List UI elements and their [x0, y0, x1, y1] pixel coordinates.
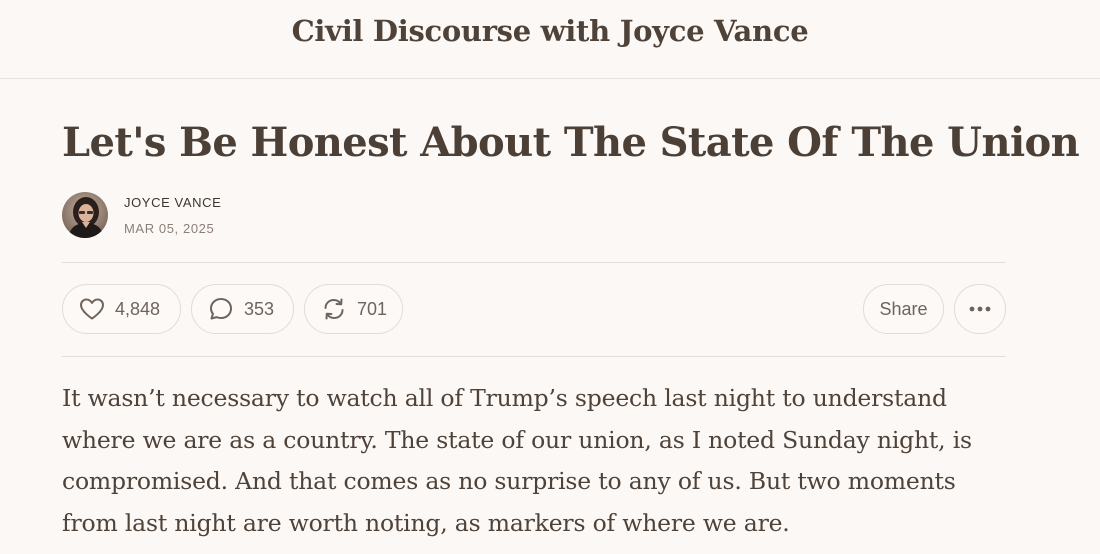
like-button[interactable]: 4,848: [62, 284, 181, 334]
avatar-photo: [62, 192, 108, 238]
restack-icon: [321, 296, 347, 322]
publication-title[interactable]: Civil Discourse with Joyce Vance: [0, 14, 1100, 48]
post-title: Let's Be Honest About The State Of The U…: [62, 119, 1080, 166]
body-line: from last night are worth noting, as mar…: [62, 508, 790, 537]
heart-icon: [79, 297, 105, 321]
author-avatar[interactable]: [62, 192, 108, 238]
speech-bubble-icon: [208, 296, 234, 322]
body-line: where we are as a country. The state of …: [62, 425, 972, 454]
like-count: 4,848: [115, 298, 161, 319]
restack-button[interactable]: 701: [304, 284, 403, 334]
share-label: Share: [879, 298, 928, 319]
restack-count: 701: [357, 298, 388, 319]
ellipsis-icon: [969, 306, 991, 312]
divider-top: [62, 262, 1006, 263]
body-line: It wasn’t necessary to watch all of Trum…: [62, 384, 947, 412]
divider-bottom: [62, 356, 1006, 357]
body-line: compromised. And that comes as no surpri…: [62, 467, 956, 495]
more-options-button[interactable]: [954, 284, 1006, 334]
share-button[interactable]: Share: [863, 284, 944, 334]
author-name[interactable]: JOYCE VANCE: [124, 195, 221, 210]
comment-count: 353: [244, 298, 275, 319]
publication-header: Civil Discourse with Joyce Vance: [0, 0, 1100, 79]
article-body: It wasn’t necessary to watch all of Trum…: [62, 378, 1072, 544]
post-date: MAR 05, 2025: [124, 221, 215, 236]
comment-button[interactable]: 353: [191, 284, 294, 334]
